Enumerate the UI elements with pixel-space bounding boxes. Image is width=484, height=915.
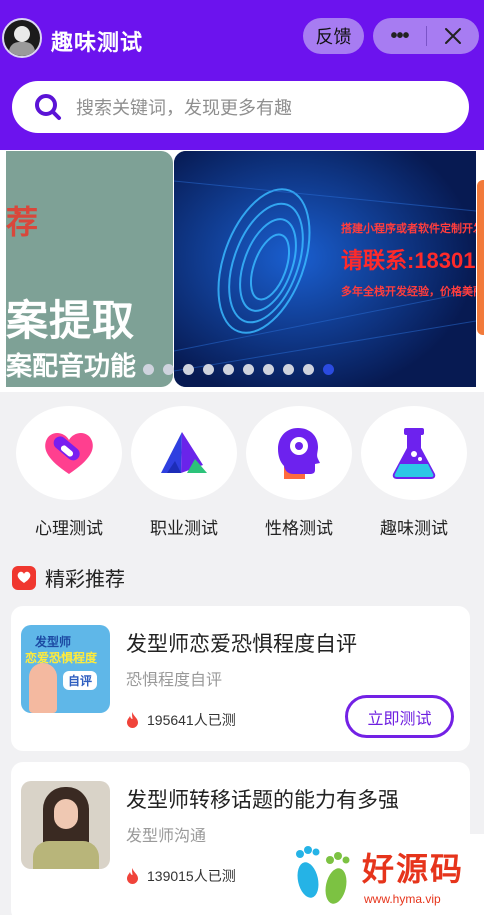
feedback-button[interactable]: 反馈 [303, 18, 364, 54]
category-icon-wrap [16, 406, 122, 500]
top-bar: 趣味测试 反馈 ••• [0, 14, 484, 64]
category-label: 趣味测试 [380, 519, 448, 538]
watermark-name: 好源码 [362, 850, 465, 888]
thumb-tag: 自评 [63, 671, 98, 690]
section-title: 精彩推荐 [45, 569, 125, 591]
participant-count-text: 139015人已测 [147, 868, 236, 884]
banner-slide-previous[interactable]: 荐 案提取 案配音功能 [6, 151, 173, 387]
footprints-logo [296, 846, 350, 904]
avatar[interactable] [2, 18, 42, 58]
thumb-line1: 发型师 [35, 635, 72, 649]
category-label: 性格测试 [265, 519, 333, 538]
app-screen: 趣味测试 反馈 ••• 搜索关键词，发现更多有趣 荐 案提取 案配音功能 搭建小… [0, 0, 484, 915]
quiz-title: 发型师恋爱恐惧程度自评 [126, 633, 357, 656]
slide-main-line2: 请联系:18301893 [341, 248, 476, 273]
banner-carousel[interactable]: 荐 案提取 案配音功能 搭建小程序或者软件定制开发 请联系:18301 多年全栈… [0, 150, 484, 392]
participant-count: 139015人已测 [126, 866, 236, 886]
section-header: 精彩推荐 [12, 563, 125, 592]
quiz-thumbnail: 发型师 恋爱恐惧程度 自评 [21, 625, 110, 713]
carousel-dot[interactable] [283, 364, 294, 375]
portrait-face [54, 799, 78, 829]
category-icon-wrap [246, 406, 352, 500]
flask-icon [392, 428, 436, 479]
cartoon-girl-image [29, 663, 57, 713]
quiz-subtitle: 恐惧程度自评 [126, 672, 223, 689]
slide-left-line2: 案提取 [6, 297, 136, 344]
participant-count-text: 195641人已测 [147, 712, 236, 728]
mini-program-capsule: ••• [373, 18, 479, 54]
category-career[interactable]: 职业测试 [131, 406, 237, 539]
watermark-url: www.hyma.vip [364, 892, 441, 906]
category-label: 职业测试 [150, 519, 218, 538]
quiz-card[interactable]: 发型师 恋爱恐惧程度 自评 发型师恋爱恐惧程度自评 恐惧程度自评 195641人… [11, 606, 470, 751]
slide-main-line3: 多年全栈开发经验，价格美丽， [341, 286, 476, 298]
quiz-subtitle: 发型师沟通 [126, 828, 207, 845]
carousel-indicator [143, 364, 334, 376]
thumb-line2: 恋爱恐惧程度 [25, 651, 98, 665]
search-icon [35, 94, 61, 120]
head-profile-icon [278, 428, 320, 479]
quiz-thumbnail [21, 781, 110, 869]
portrait-body [33, 841, 99, 869]
carousel-dot[interactable] [323, 364, 334, 375]
start-test-button[interactable]: 立即测试 [345, 695, 454, 738]
carousel-dot[interactable] [143, 364, 154, 375]
search-placeholder: 搜索关键词，发现更多有趣 [76, 98, 292, 118]
close-icon[interactable] [427, 18, 479, 54]
category-label: 心理测试 [35, 519, 103, 538]
category-fun[interactable]: 趣味测试 [361, 406, 467, 539]
banner-slide-current[interactable]: 搭建小程序或者软件定制开发 请联系:18301893 多年全栈开发经验，价格美丽… [174, 151, 476, 387]
flame-icon [127, 712, 138, 728]
carousel-dot[interactable] [163, 364, 174, 375]
carousel-dot[interactable] [203, 364, 214, 375]
slide-main-line1: 搭建小程序或者软件定制开发 [341, 223, 476, 235]
triangle-logo-icon [161, 432, 207, 473]
heart-badge-icon [12, 565, 36, 590]
heart-pill-icon [45, 433, 93, 474]
carousel-dot[interactable] [243, 364, 254, 375]
banner-slide-next[interactable] [477, 180, 484, 335]
more-icon[interactable]: ••• [373, 18, 426, 54]
carousel-dot[interactable] [263, 364, 274, 375]
carousel-dot[interactable] [183, 364, 194, 375]
category-icon-wrap [361, 406, 467, 500]
category-psychology[interactable]: 心理测试 [16, 406, 122, 539]
flame-icon [127, 868, 138, 884]
slide-left-line3: 案配音功能 [6, 351, 137, 381]
carousel-dot[interactable] [223, 364, 234, 375]
participant-count: 195641人已测 [126, 710, 236, 730]
slide-left-line1: 荐 [6, 204, 39, 240]
page-title: 趣味测试 [51, 30, 144, 55]
category-icon-wrap [131, 406, 237, 500]
carousel-dot[interactable] [303, 364, 314, 375]
watermark: 好源码 www.hyma.vip [286, 834, 484, 915]
search-bar[interactable]: 搜索关键词，发现更多有趣 [12, 81, 469, 133]
quiz-title: 发型师转移话题的能力有多强 [126, 789, 399, 812]
category-personality[interactable]: 性格测试 [246, 406, 352, 539]
category-grid: 心理测试 职业测试 性格测试 趣味测试 [0, 392, 484, 542]
header: 趣味测试 反馈 ••• 搜索关键词，发现更多有趣 [0, 0, 484, 150]
